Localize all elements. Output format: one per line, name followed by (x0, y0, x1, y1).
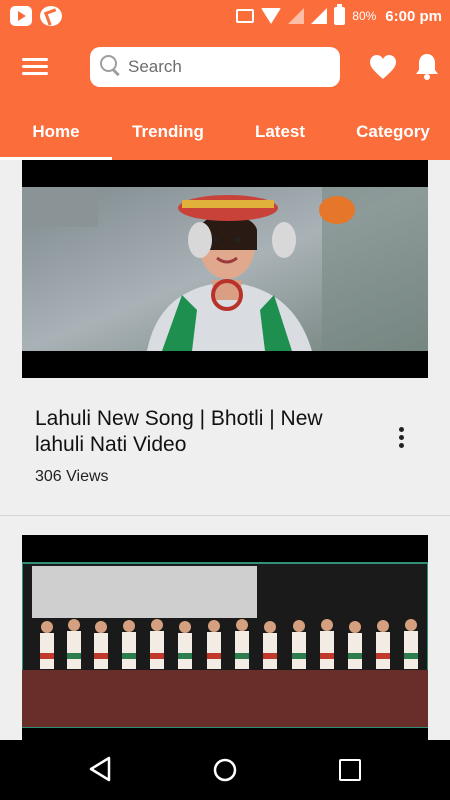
tab-latest[interactable]: Latest (224, 114, 336, 160)
app-notification-icon (40, 6, 62, 26)
video-thumbnail[interactable] (22, 535, 428, 740)
home-icon[interactable] (213, 758, 237, 782)
system-icons: 80% 6:00 pm (236, 0, 442, 32)
cast-icon (236, 9, 255, 23)
tab-home[interactable]: Home (0, 114, 112, 160)
tab-bar: Home Trending Latest Category (0, 114, 450, 160)
video-feed: Lahuli New Song | Bhotli | New lahuli Na… (0, 160, 450, 740)
battery-icon (334, 4, 346, 25)
search-icon (100, 55, 120, 77)
search-input[interactable] (128, 47, 328, 87)
menu-icon[interactable] (22, 56, 48, 78)
youtube-notification-icon (10, 6, 32, 26)
signal-icon (311, 8, 328, 24)
video-thumbnail[interactable] (22, 160, 428, 378)
video-title[interactable]: Lahuli New Song | Bhotli | New lahuli Na… (35, 406, 365, 458)
video-card[interactable]: Lahuli New Song | Bhotli | New lahuli Na… (0, 160, 450, 515)
heart-icon[interactable] (369, 54, 397, 80)
back-icon[interactable] (88, 756, 112, 782)
bell-icon[interactable] (414, 52, 440, 80)
tab-trending[interactable]: Trending (112, 114, 224, 160)
wifi-icon (261, 8, 282, 24)
more-options-icon[interactable] (390, 425, 414, 451)
signal-icon (288, 8, 305, 24)
tab-category[interactable]: Category (336, 114, 450, 160)
app-bar: Home Trending Latest Category (0, 32, 450, 160)
view-count: 306 Views (35, 468, 109, 485)
search-bar[interactable] (90, 47, 340, 87)
recent-apps-icon[interactable] (339, 759, 361, 781)
video-card[interactable] (0, 516, 450, 740)
notification-icons (10, 6, 62, 26)
clock: 6:00 pm (385, 7, 442, 25)
battery-percent: 80% (352, 9, 377, 23)
status-bar: 80% 6:00 pm (0, 0, 450, 32)
system-nav-bar (0, 740, 450, 800)
